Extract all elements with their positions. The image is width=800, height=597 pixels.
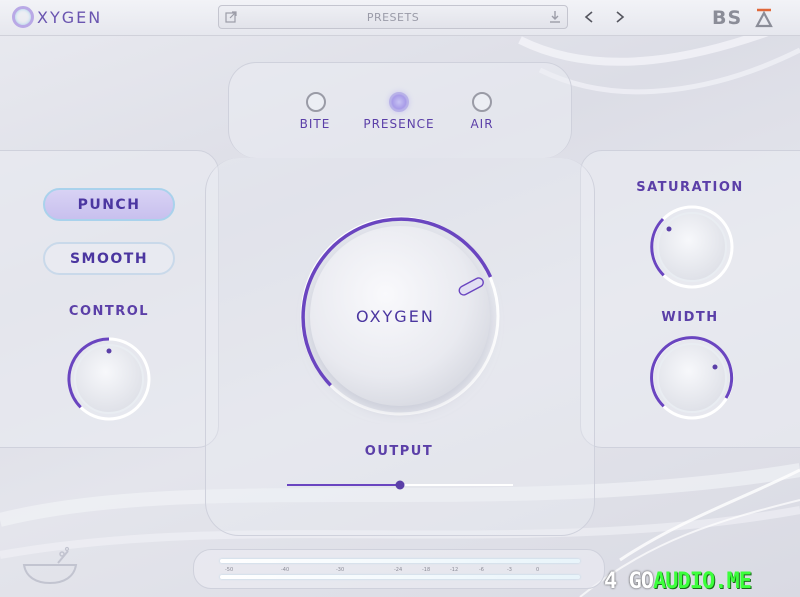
previous-preset-icon[interactable] — [582, 9, 596, 25]
meter-tick: -24 — [394, 567, 403, 573]
mode-air-label: AIR — [470, 117, 494, 131]
smooth-button[interactable]: SMOOTH — [43, 242, 175, 275]
meter-tick: -30 — [336, 567, 345, 573]
control-label: CONTROL — [68, 304, 150, 319]
mode-bite-radio[interactable] — [306, 92, 326, 112]
watermark-part-1: 4 GO — [604, 569, 654, 594]
presets-selector[interactable]: PRESETS — [218, 5, 568, 29]
meter-bar-left — [220, 559, 580, 563]
meter-tick: -12 — [450, 567, 459, 573]
top-bar: XYGEN PRESETS BS — [0, 0, 800, 36]
mode-presence-label: PRESENCE — [363, 117, 435, 131]
meter-tick: -50 — [225, 567, 234, 573]
mode-bite-label: BITE — [299, 117, 331, 131]
meter-tick: -18 — [422, 567, 431, 573]
meter-bar-right — [220, 575, 580, 579]
bowl-icon — [22, 546, 78, 585]
output-label: OUTPUT — [364, 444, 434, 459]
meter-tick: 0 — [536, 567, 540, 573]
brand-triangle-icon — [755, 8, 773, 28]
oxygen-knob-label: OXYGEN — [356, 307, 435, 326]
logo: XYGEN — [12, 6, 102, 28]
open-preset-icon[interactable] — [225, 10, 237, 24]
save-preset-icon[interactable] — [549, 10, 561, 24]
level-meter: -50 -40 -30 -24 -18 -12 -6 -3 0 — [193, 549, 605, 589]
control-knob[interactable] — [63, 333, 155, 425]
meter-tick: -40 — [281, 567, 290, 573]
saturation-label: SATURATION — [636, 180, 744, 195]
logo-o-icon — [12, 6, 34, 28]
presets-label: PRESETS — [366, 10, 420, 24]
mode-air-radio[interactable] — [472, 92, 492, 112]
meter-tick: -3 — [507, 567, 512, 573]
logo-text: XYGEN — [37, 7, 103, 27]
output-slider[interactable] — [285, 478, 515, 492]
watermark: 4 GOAUDIO.ME — [604, 569, 752, 594]
watermark-part-2: AUDIO.ME — [652, 569, 752, 594]
punch-button[interactable]: PUNCH — [43, 188, 175, 221]
width-knob[interactable] — [646, 332, 738, 424]
next-preset-icon[interactable] — [613, 9, 627, 25]
width-label: WIDTH — [661, 310, 719, 325]
saturation-knob[interactable] — [646, 201, 738, 293]
brand-logo: BS — [712, 7, 743, 29]
meter-tick: -6 — [479, 567, 484, 573]
mode-presence-radio[interactable] — [389, 92, 409, 112]
